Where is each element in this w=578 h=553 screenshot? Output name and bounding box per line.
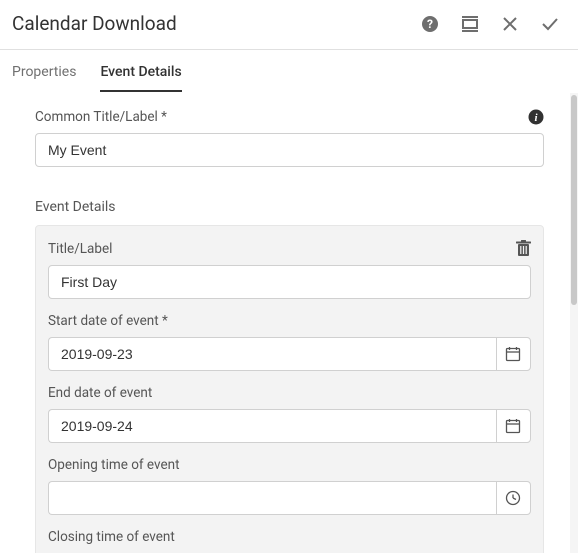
title-label: Title/Label [48, 241, 516, 257]
calendar-icon[interactable] [496, 337, 531, 371]
close-icon[interactable] [500, 14, 520, 34]
title-input[interactable] [48, 265, 531, 299]
delete-icon[interactable] [516, 240, 531, 257]
start-date-input[interactable] [48, 337, 496, 371]
tab-properties[interactable]: Properties [12, 64, 76, 92]
svg-text:?: ? [427, 17, 433, 31]
clock-icon[interactable] [496, 481, 531, 515]
info-icon[interactable]: i [528, 109, 544, 125]
help-icon[interactable]: ? [420, 14, 440, 34]
opening-time-input[interactable] [48, 481, 496, 515]
tab-bar: Properties Event Details [0, 50, 578, 93]
form-content: Common Title/Label * i Event Details Tit… [0, 93, 570, 553]
start-date-label: Start date of event * [48, 313, 531, 329]
opening-time-label: Opening time of event [48, 457, 531, 473]
scrollbar[interactable] [570, 93, 578, 553]
tab-event-details[interactable]: Event Details [100, 64, 181, 92]
end-date-label: End date of event [48, 385, 531, 401]
common-title-input[interactable] [35, 133, 544, 167]
dialog-header: Calendar Download ? [0, 0, 578, 50]
dialog-title: Calendar Download [12, 12, 420, 35]
calendar-icon[interactable] [496, 409, 531, 443]
common-title-label: Common Title/Label * i [35, 109, 544, 125]
end-date-input[interactable] [48, 409, 496, 443]
common-title-label-text: Common Title/Label * [35, 109, 167, 125]
event-details-panel: Title/Label Start date of event * End da… [35, 225, 544, 553]
header-actions: ? [420, 14, 560, 34]
closing-time-label: Closing time of event [48, 529, 531, 545]
scrollbar-thumb[interactable] [571, 95, 577, 305]
event-details-section-label: Event Details [35, 199, 544, 215]
confirm-icon[interactable] [540, 14, 560, 34]
fullscreen-icon[interactable] [460, 14, 480, 34]
